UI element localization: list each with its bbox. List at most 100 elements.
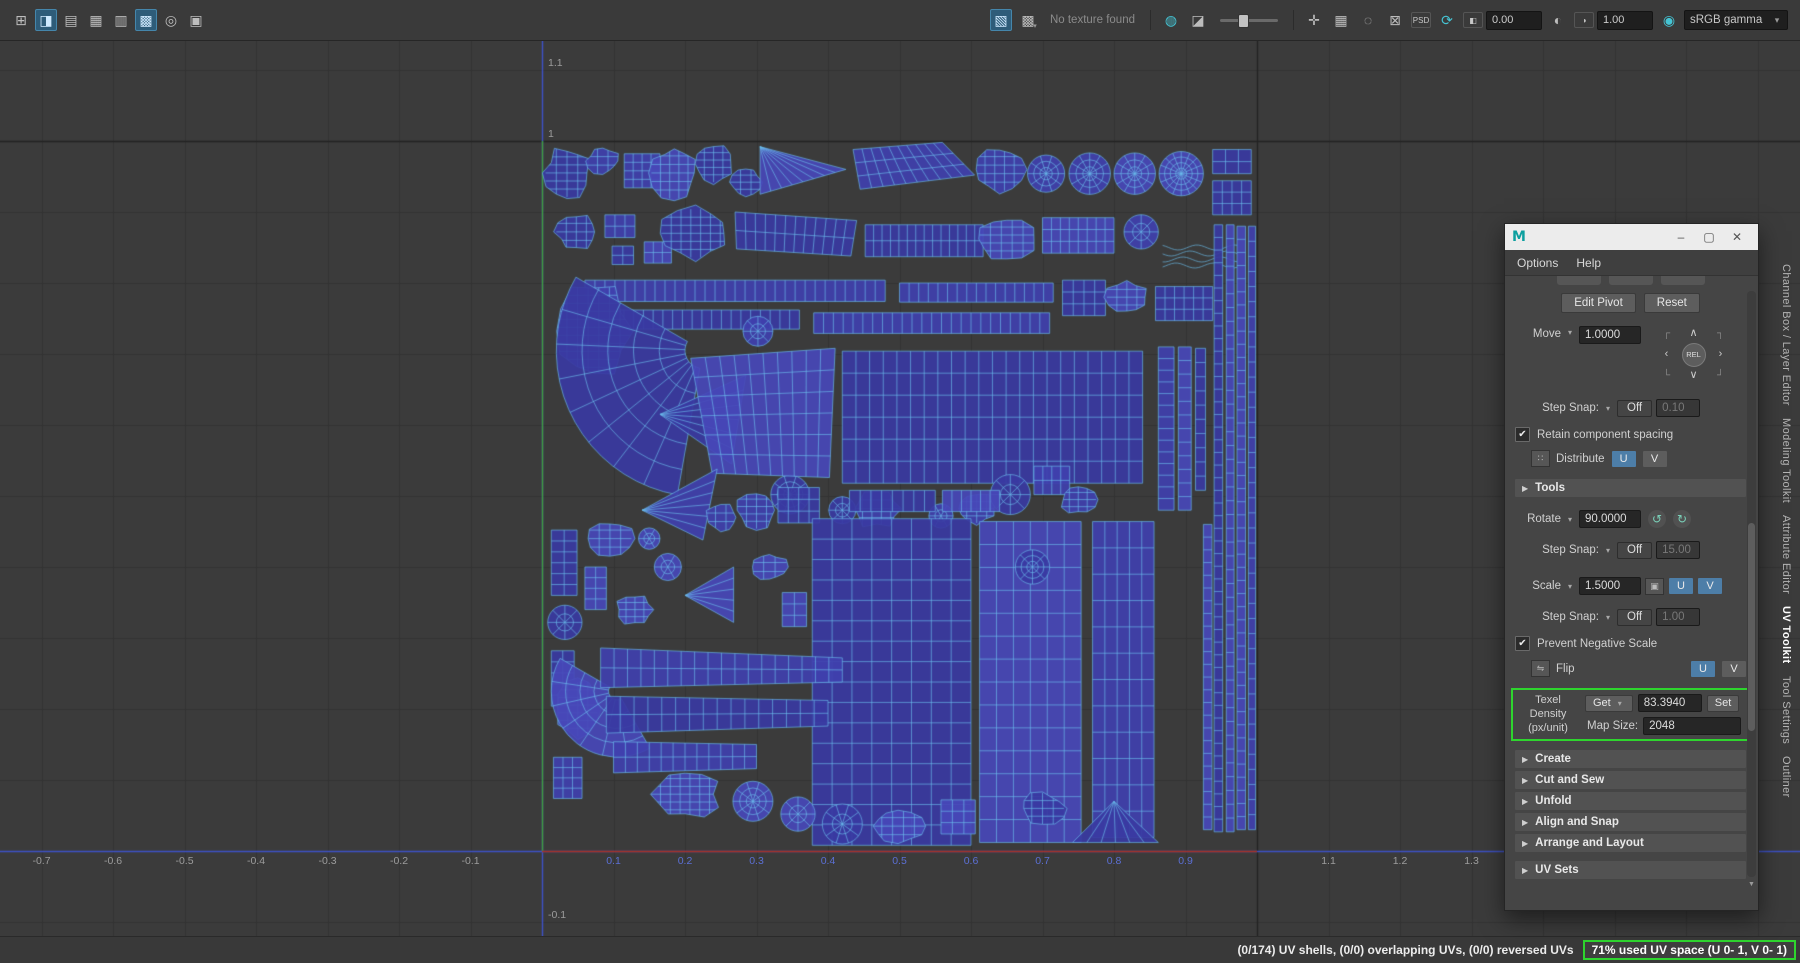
move-snap-dropdown-icon[interactable]: ▾ bbox=[1603, 404, 1613, 413]
layout-quad-view-icon[interactable]: ⊞ bbox=[10, 9, 32, 31]
menu-options[interactable]: Options bbox=[1517, 256, 1558, 270]
section-tools[interactable]: ▶ Tools bbox=[1515, 479, 1746, 497]
texture-borders-icon[interactable]: ▩ bbox=[135, 9, 157, 31]
section-cut-and-sew[interactable]: ▶ Cut and Sew bbox=[1515, 771, 1746, 790]
reset-button[interactable]: Reset bbox=[1643, 293, 1700, 313]
scrollbar-thumb[interactable] bbox=[1748, 523, 1755, 731]
move-corner-tl-button[interactable]: ┌ bbox=[1663, 328, 1670, 339]
scale-tool-icon[interactable]: ▣ bbox=[1645, 577, 1664, 595]
section-uv-sets[interactable]: ▶ UV Sets bbox=[1515, 861, 1746, 880]
close-button[interactable]: ✕ bbox=[1723, 224, 1751, 250]
move-right-button[interactable]: › bbox=[1719, 349, 1723, 360]
scale-value-field[interactable] bbox=[1579, 577, 1641, 595]
retain-spacing-checkbox[interactable]: ✔ bbox=[1515, 427, 1530, 442]
display-grid-icon[interactable]: ▦ bbox=[85, 9, 107, 31]
maximize-button[interactable]: ▢ bbox=[1695, 224, 1723, 250]
collapse-arrow-icon: ▶ bbox=[1522, 775, 1529, 785]
texel-density-field[interactable] bbox=[1637, 694, 1702, 713]
collapse-arrow-icon: ▶ bbox=[1522, 796, 1529, 806]
pixel-snap-icon[interactable]: ▥ bbox=[110, 9, 132, 31]
flip-v-button[interactable]: V bbox=[1722, 660, 1746, 677]
section-label: UV Sets bbox=[1535, 864, 1579, 877]
scale-u-button[interactable]: U bbox=[1669, 578, 1693, 594]
rotate-step-snap-label: Step Snap: bbox=[1542, 544, 1599, 556]
scale-dropdown-icon[interactable]: ▾ bbox=[1565, 582, 1575, 591]
map-size-field[interactable] bbox=[1643, 717, 1742, 736]
panel-tab-modeling-toolkit[interactable]: Modeling Toolkit bbox=[1768, 418, 1792, 503]
psd-icon[interactable]: PSD bbox=[1411, 12, 1431, 28]
move-down-button[interactable]: ∨ bbox=[1689, 370, 1697, 381]
scale-snap-value-field bbox=[1656, 608, 1701, 626]
exposure-field[interactable]: 0.00 bbox=[1486, 10, 1542, 30]
section-create[interactable]: ▶ Create bbox=[1515, 750, 1746, 769]
window-titlebar[interactable]: M – ▢ ✕ bbox=[1505, 224, 1758, 250]
scale-snap-mode[interactable]: Off bbox=[1617, 608, 1653, 626]
shaded-uvs-icon[interactable]: ◌ bbox=[1357, 9, 1379, 31]
texture-display-icon[interactable]: ▧ bbox=[989, 9, 1012, 31]
image-dim-slider-thumb[interactable] bbox=[1238, 13, 1249, 28]
scale-snap-dropdown-icon[interactable]: ▾ bbox=[1603, 613, 1613, 622]
move-corner-br-button[interactable]: ┘ bbox=[1717, 370, 1724, 381]
gamma-field[interactable]: 1.00 bbox=[1597, 10, 1653, 30]
move-dropdown-icon[interactable]: ▾ bbox=[1565, 328, 1575, 337]
move-value-field[interactable] bbox=[1579, 326, 1641, 344]
panel-tab-channel-box-layer-editor[interactable]: Channel Box / Layer Editor bbox=[1768, 264, 1792, 406]
view-transform-select[interactable]: sRGB gamma ▾ bbox=[1684, 10, 1788, 30]
scrollbar-down-button[interactable]: ▼ bbox=[1747, 879, 1756, 891]
frame-selection-icon[interactable]: ◎ bbox=[160, 9, 182, 31]
color-management-icon[interactable]: ◉ bbox=[1658, 9, 1680, 31]
panel-scrollbar[interactable] bbox=[1747, 291, 1756, 877]
dim-image-icon[interactable]: ◪ bbox=[1187, 9, 1209, 31]
checker-map-icon[interactable]: ▩ ▾ bbox=[1017, 9, 1039, 31]
section-unfold[interactable]: ▶ Unfold bbox=[1515, 792, 1746, 811]
move-corner-bl-button[interactable]: └ bbox=[1663, 370, 1670, 381]
move-up-button[interactable]: ∧ bbox=[1689, 328, 1697, 339]
texel-set-button[interactable]: Set bbox=[1706, 694, 1740, 712]
panel-tab-uv-toolkit[interactable]: UV Toolkit bbox=[1768, 606, 1792, 664]
isolate-select-icon[interactable]: ✛ bbox=[1303, 9, 1325, 31]
section-arrange-and-layout[interactable]: ▶ Arrange and Layout bbox=[1515, 834, 1746, 853]
move-snap-mode[interactable]: Off bbox=[1617, 399, 1653, 417]
distribute-v-button[interactable]: V bbox=[1642, 450, 1667, 467]
minimize-button[interactable]: – bbox=[1667, 224, 1695, 250]
panel-tab-attribute-editor[interactable]: Attribute Editor bbox=[1768, 515, 1792, 594]
rotate-cw-button[interactable]: ↻ bbox=[1673, 510, 1691, 528]
edit-pivot-button[interactable]: Edit Pivot bbox=[1561, 293, 1636, 313]
layout-persp-uv-icon[interactable]: ◨ bbox=[35, 9, 57, 31]
prevent-negative-scale-checkbox[interactable]: ✔ bbox=[1515, 636, 1530, 651]
move-label: Move bbox=[1532, 328, 1561, 340]
flip-u-button[interactable]: U bbox=[1691, 660, 1715, 677]
rotate-snap-dropdown-icon[interactable]: ▾ bbox=[1603, 546, 1613, 555]
texel-get-button[interactable]: Get ▾ bbox=[1585, 694, 1633, 712]
contrast-icon[interactable]: ◐ bbox=[1547, 9, 1569, 31]
menu-help[interactable]: Help bbox=[1576, 256, 1601, 270]
refresh-image-icon[interactable]: ⟳ bbox=[1436, 9, 1458, 31]
status-bar: (0/174) UV shells, (0/0) overlapping UVs… bbox=[0, 936, 1800, 963]
section-align-and-snap[interactable]: ▶ Align and Snap bbox=[1515, 813, 1746, 832]
move-relative-button[interactable]: REL bbox=[1681, 342, 1706, 367]
prevent-negative-scale-label: Prevent Negative Scale bbox=[1537, 637, 1658, 650]
section-label: Create bbox=[1535, 753, 1571, 766]
move-corner-tr-button[interactable]: ┐ bbox=[1717, 328, 1724, 339]
uv-snapshot-icon[interactable]: ▣ bbox=[185, 9, 207, 31]
flip-icon: ⇋ bbox=[1531, 660, 1550, 677]
rotate-value-field[interactable] bbox=[1579, 510, 1641, 528]
rotate-ccw-button[interactable]: ↺ bbox=[1648, 510, 1666, 528]
panel-tab-tool-settings[interactable]: Tool Settings bbox=[1768, 676, 1792, 744]
flip-label: Flip bbox=[1556, 662, 1575, 675]
uv-texture-image-icon[interactable]: ▤ bbox=[60, 9, 82, 31]
view-grid-icon[interactable]: ▦ bbox=[1330, 9, 1352, 31]
section-tools-label: Tools bbox=[1535, 482, 1565, 494]
rotate-dropdown-icon[interactable]: ▾ bbox=[1565, 515, 1575, 524]
scale-v-button[interactable]: V bbox=[1698, 578, 1722, 594]
clipped-button bbox=[1660, 276, 1705, 285]
panel-menubar: Options Help bbox=[1505, 250, 1758, 276]
panel-tab-outliner[interactable]: Outliner bbox=[1768, 756, 1792, 798]
rotate-snap-mode[interactable]: Off bbox=[1617, 541, 1653, 559]
distribute-label: Distribute bbox=[1556, 452, 1605, 465]
image-dim-slider[interactable] bbox=[1220, 13, 1278, 28]
distortion-display-icon[interactable]: ⊠ bbox=[1384, 9, 1406, 31]
update-psd-networks-icon[interactable]: ◍ bbox=[1160, 9, 1182, 31]
distribute-u-button[interactable]: U bbox=[1611, 450, 1636, 467]
move-left-button[interactable]: ‹ bbox=[1665, 349, 1669, 360]
